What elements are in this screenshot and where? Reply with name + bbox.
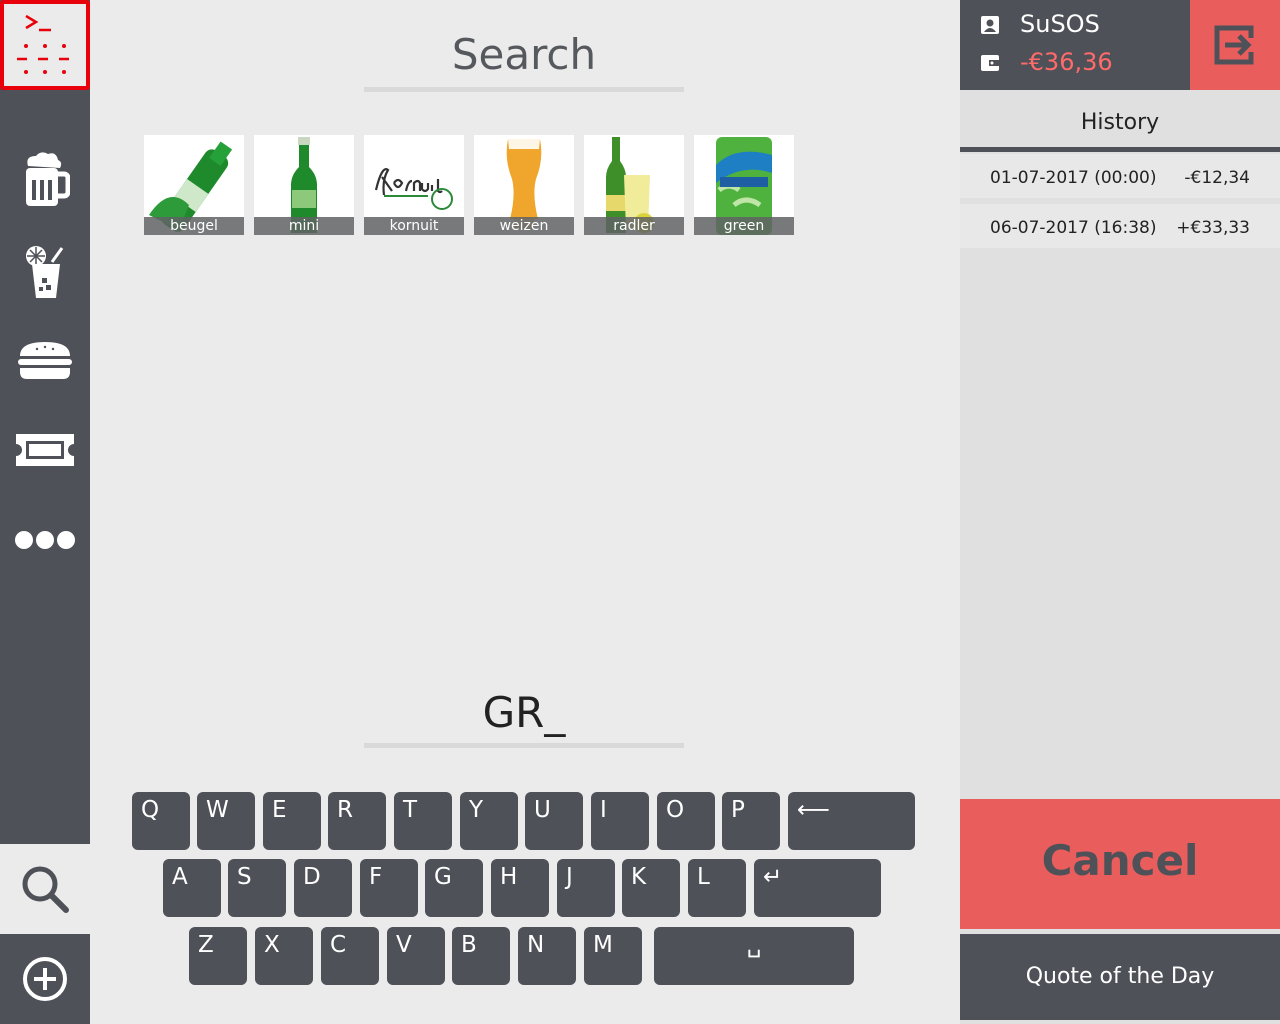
product-label: beugel <box>144 217 244 235</box>
key-v[interactable]: V <box>387 927 445 985</box>
category-more-button[interactable] <box>0 495 90 585</box>
category-search-button[interactable] <box>0 844 90 934</box>
history-date: 01-07-2017 (00:00) <box>990 168 1157 188</box>
add-button[interactable] <box>0 934 90 1024</box>
ellipsis-icon <box>15 531 75 549</box>
key-k[interactable]: K <box>622 859 680 917</box>
user-name: SuSOS <box>1020 10 1100 38</box>
logout-button[interactable] <box>1190 0 1280 90</box>
history-amount: -€12,34 <box>1184 168 1250 188</box>
account-panel: SuSOS -€36,36 History 01-07-2017 (00:00)… <box>960 0 1280 1024</box>
enter-key[interactable]: ↵ <box>754 859 881 917</box>
key-p[interactable]: P <box>722 792 780 850</box>
key-w[interactable]: W <box>197 792 255 850</box>
key-r[interactable]: R <box>328 792 386 850</box>
history-amount: +€33,33 <box>1176 218 1250 238</box>
key-j[interactable]: J <box>557 859 615 917</box>
backspace-key[interactable]: ⟵ <box>788 792 915 850</box>
category-tickets-button[interactable] <box>0 405 90 495</box>
key-u[interactable]: U <box>525 792 583 850</box>
space-key[interactable]: ␣ <box>654 927 854 985</box>
key-d[interactable]: D <box>294 859 352 917</box>
category-soft-drinks-button[interactable] <box>0 225 90 315</box>
contact-card-icon <box>981 16 999 34</box>
key-q[interactable]: Q <box>132 792 190 850</box>
search-query-display: GR_ <box>482 688 566 737</box>
product-label: weizen <box>474 217 574 235</box>
product-tile-weizen[interactable]: weizen <box>474 135 574 235</box>
product-tile-radler[interactable]: radler <box>584 135 684 235</box>
product-tile-mini[interactable]: mini <box>254 135 354 235</box>
history-divider <box>960 147 1280 152</box>
user-balance: -€36,36 <box>1020 48 1113 76</box>
category-beer-button[interactable] <box>0 135 90 225</box>
page-title: Search <box>451 30 597 79</box>
soft-drink-icon <box>26 246 64 298</box>
key-f[interactable]: F <box>360 859 418 917</box>
user-info: SuSOS -€36,36 <box>960 0 1190 90</box>
burger-icon <box>18 342 72 379</box>
key-i[interactable]: I <box>591 792 649 850</box>
category-sidebar <box>0 0 90 1024</box>
title-underline <box>364 87 684 92</box>
key-n[interactable]: N <box>518 927 576 985</box>
history-date: 06-07-2017 (16:38) <box>990 218 1157 238</box>
logout-icon <box>1214 25 1254 65</box>
key-o[interactable]: O <box>657 792 715 850</box>
key-s[interactable]: S <box>228 859 286 917</box>
search-results: beugel mini kornuit weizen radler green <box>144 135 794 235</box>
plus-circle-icon <box>23 957 67 1001</box>
product-label: mini <box>254 217 354 235</box>
key-a[interactable]: A <box>163 859 221 917</box>
search-panel: Search beugel mini kornuit weizen radler… <box>90 0 960 1024</box>
product-label: kornuit <box>364 217 464 235</box>
key-e[interactable]: E <box>263 792 321 850</box>
key-m[interactable]: M <box>584 927 642 985</box>
search-icon <box>22 866 69 913</box>
category-food-button[interactable] <box>0 315 90 405</box>
query-underline <box>364 743 684 748</box>
beer-mug-icon <box>26 152 70 206</box>
key-t[interactable]: T <box>394 792 452 850</box>
key-z[interactable]: Z <box>189 927 247 985</box>
product-tile-green[interactable]: green <box>694 135 794 235</box>
product-tile-kornuit[interactable]: kornuit <box>364 135 464 235</box>
history-row[interactable]: 06-07-2017 (16:38) +€33,33 <box>960 204 1280 248</box>
quote-of-the-day-button[interactable]: Quote of the Day <box>960 934 1280 1020</box>
key-g[interactable]: G <box>425 859 483 917</box>
ticket-icon <box>16 434 74 466</box>
key-x[interactable]: X <box>255 927 313 985</box>
cancel-button[interactable]: Cancel <box>960 799 1280 929</box>
key-y[interactable]: Y <box>460 792 518 850</box>
product-tile-beugel[interactable]: beugel <box>144 135 244 235</box>
history-title: History <box>960 90 1280 148</box>
key-l[interactable]: L <box>688 859 746 917</box>
product-label: green <box>694 217 794 235</box>
key-b[interactable]: B <box>452 927 510 985</box>
product-label: radler <box>584 217 684 235</box>
history-row[interactable]: 01-07-2017 (00:00) -€12,34 <box>960 154 1280 198</box>
wallet-icon <box>981 55 1000 71</box>
key-c[interactable]: C <box>321 927 379 985</box>
key-h[interactable]: H <box>491 859 549 917</box>
terminal-keypad-icon[interactable] <box>0 0 90 90</box>
